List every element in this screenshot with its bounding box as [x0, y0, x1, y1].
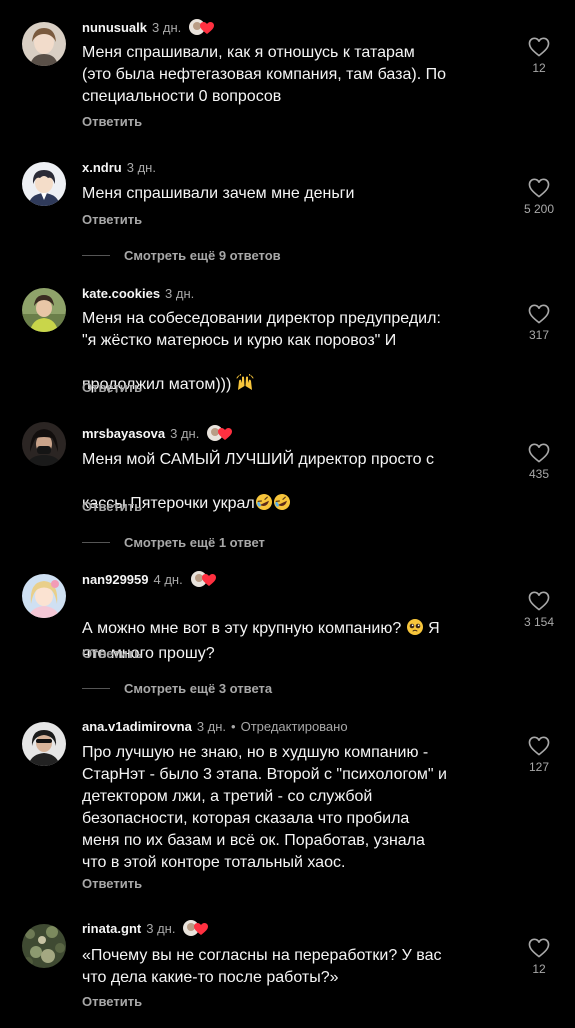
timestamp: 3 дн. [126, 159, 156, 175]
username[interactable]: nan929959 [82, 572, 149, 587]
avatar[interactable] [22, 288, 66, 332]
comment-text: Про лучшую не знаю, но в худшую компанию… [82, 744, 447, 871]
view-more-replies[interactable]: Смотреть ещё 3 ответа [82, 679, 272, 697]
author-liked-icon [188, 18, 216, 36]
timestamp: 3 дн. [146, 920, 176, 936]
heart-icon[interactable] [528, 178, 550, 198]
view-more-replies[interactable]: Смотреть ещё 1 ответ [82, 533, 265, 551]
view-more-label: Смотреть ещё 9 ответов [124, 247, 281, 263]
like-count: 3 154 [523, 615, 555, 629]
rofl-emoji [255, 471, 291, 518]
timestamp: 3 дн. [170, 425, 200, 441]
author-liked-icon [182, 919, 210, 937]
username[interactable]: rinata.gnt [82, 921, 141, 936]
like-group: 5 200 [509, 178, 569, 216]
like-group: 12 [509, 938, 569, 976]
comment-text: Меня мой САМЫЙ ЛУЧШИЙ директор просто с … [82, 449, 507, 518]
author-liked-icon [190, 570, 218, 588]
avatar[interactable] [22, 722, 66, 766]
reply-button[interactable]: Ответить [82, 114, 142, 129]
edited-label: Отредактировано [240, 718, 348, 734]
heart-icon[interactable] [528, 304, 550, 324]
heart-icon[interactable] [528, 591, 550, 611]
comment-text: «Почему вы не согласны на переработки? У… [82, 947, 442, 986]
like-count: 12 [532, 61, 546, 75]
timestamp: 3 дн. [165, 285, 195, 301]
avatar[interactable] [22, 924, 66, 968]
author-liked-icon [206, 424, 234, 442]
username[interactable]: mrsbayasova [82, 426, 165, 441]
divider-line [82, 541, 110, 543]
timestamp: 3 дн. [152, 19, 182, 35]
timestamp: 4 дн. [153, 571, 183, 587]
heart-icon[interactable] [528, 736, 550, 756]
comment-text: Меня спрашивали, как я отношусь к татара… [82, 44, 446, 105]
like-group: 317 [509, 304, 569, 342]
raising-hands-emoji [236, 352, 254, 399]
like-count: 317 [528, 328, 550, 342]
like-count: 12 [532, 962, 546, 976]
reply-button[interactable]: Ответить [82, 499, 142, 514]
like-group: 3 154 [509, 591, 569, 629]
heart-icon[interactable] [528, 37, 550, 57]
comment-text: Меня спрашивали зачем мне деньги [82, 185, 355, 202]
avatar[interactable] [22, 422, 66, 466]
pleading-face-emoji [406, 596, 424, 643]
reply-button[interactable]: Ответить [82, 876, 142, 891]
avatar[interactable] [22, 574, 66, 618]
like-count: 5 200 [523, 202, 555, 216]
comment-text-part1: А можно мне вот в эту крупную компанию? [82, 620, 402, 637]
view-more-label: Смотреть ещё 3 ответа [124, 680, 273, 696]
like-count: 435 [528, 467, 550, 481]
username[interactable]: x.ndru [82, 160, 122, 175]
username[interactable]: nunusualk [82, 20, 147, 35]
comment-text: А можно мне вот в эту крупную компанию? … [82, 596, 507, 665]
view-more-replies[interactable]: Смотреть ещё 9 ответов [82, 246, 281, 264]
avatar[interactable] [22, 162, 66, 206]
separator-dot: • [231, 718, 236, 734]
reply-button[interactable]: Ответить [82, 994, 142, 1009]
username[interactable]: kate.cookies [82, 286, 160, 301]
like-group: 127 [509, 736, 569, 774]
comment-text-part2: Я [428, 620, 440, 637]
divider-line [82, 254, 110, 256]
like-count: 127 [528, 760, 550, 774]
like-group: 12 [509, 37, 569, 75]
like-group: 435 [509, 443, 569, 481]
comment-text: Меня на собеседовании директор предупред… [82, 308, 507, 399]
divider-line [82, 687, 110, 689]
avatar[interactable] [22, 22, 66, 66]
view-more-label: Смотреть ещё 1 ответ [124, 534, 265, 550]
reply-button[interactable]: Ответить [82, 646, 142, 661]
username[interactable]: ana.v1adimirovna [82, 719, 192, 734]
heart-icon[interactable] [528, 938, 550, 958]
heart-icon[interactable] [528, 443, 550, 463]
timestamp: 3 дн. [196, 718, 227, 734]
reply-button[interactable]: Ответить [82, 212, 142, 227]
reply-button[interactable]: Ответить [82, 380, 142, 395]
